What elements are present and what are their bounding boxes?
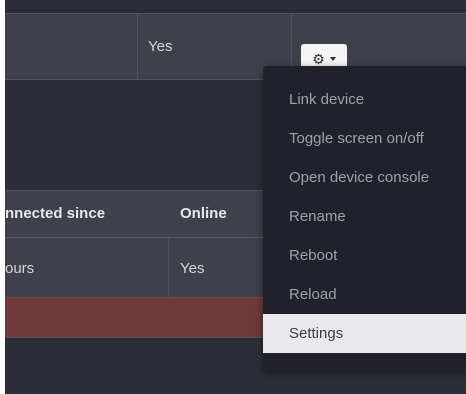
menu-item-reboot[interactable]: Reboot [263, 236, 466, 275]
menu-item-link-device[interactable]: Link device [263, 80, 466, 119]
menu-item-rename[interactable]: Rename [263, 197, 466, 236]
header-online[interactable]: Online [180, 205, 227, 222]
column-divider [137, 14, 138, 79]
menu-item-settings[interactable]: Settings [263, 314, 466, 353]
connected-since-cell: ours [5, 260, 35, 277]
menu-item-reload[interactable]: Reload [263, 275, 466, 314]
online-cell: Yes [180, 260, 205, 277]
gear-icon: ⚙ [312, 51, 325, 67]
online-value: Yes [148, 38, 173, 55]
menu-item-open-console[interactable]: Open device console [263, 158, 466, 197]
column-divider [168, 238, 169, 297]
menu-item-toggle-screen[interactable]: Toggle screen on/off [263, 119, 466, 158]
device-actions-menu: Link device Toggle screen on/off Open de… [263, 66, 466, 371]
header-connected-since[interactable]: nnected since [5, 205, 105, 222]
devices-panel: Yes ⚙ nnected since Online ours Yes Link… [5, 0, 466, 394]
caret-down-icon [329, 57, 336, 61]
